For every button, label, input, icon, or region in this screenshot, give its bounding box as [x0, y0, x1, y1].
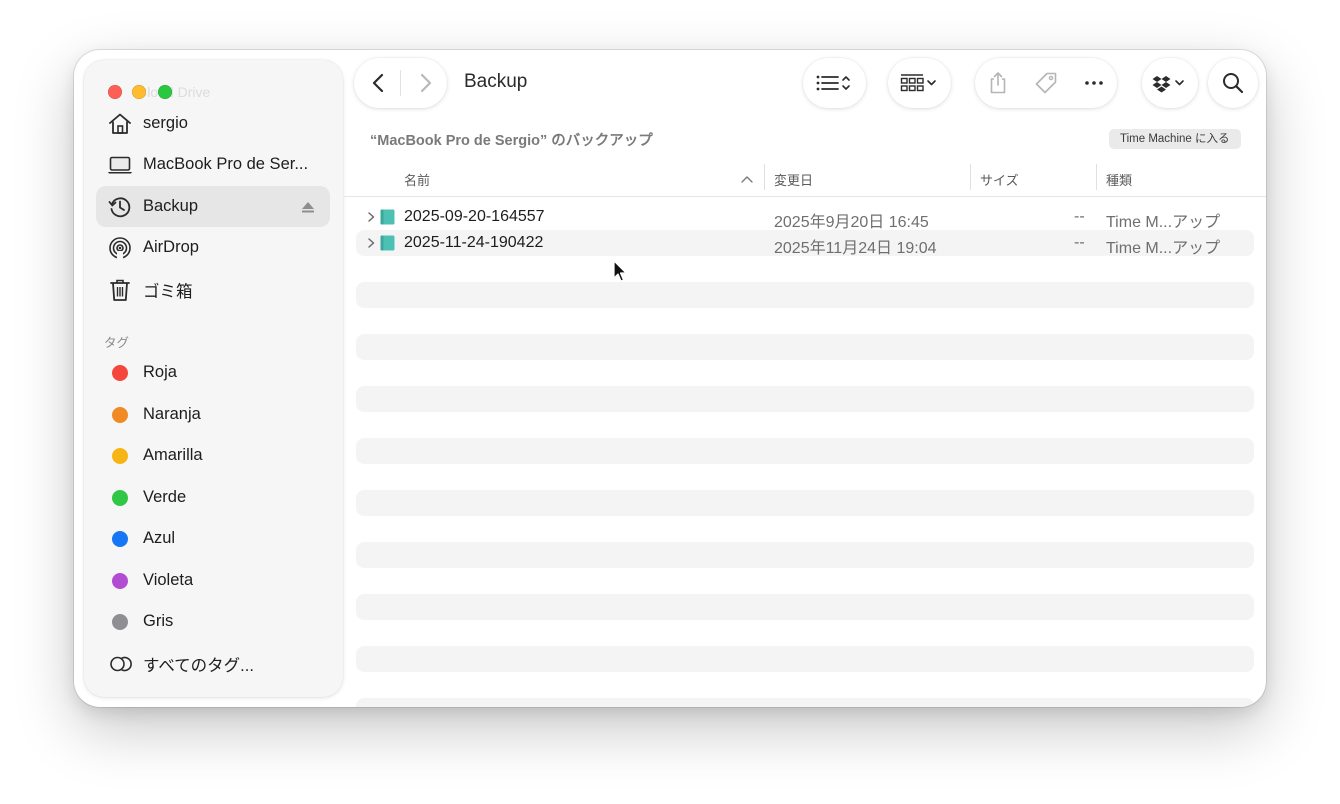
enter-time-machine-button[interactable]: Time Machine に入る: [1109, 129, 1241, 149]
header-divider: [344, 196, 1266, 197]
sidebar-item-label: すべてのタグ...: [143, 656, 254, 675]
tag-color-dot: [112, 614, 128, 630]
backup-folder-icon: [380, 235, 395, 251]
tag-color-dot: [112, 573, 128, 589]
tag-label: Azul: [143, 529, 176, 547]
tags-section-header: タグ: [104, 336, 130, 350]
trash-icon: [110, 279, 130, 301]
tag-label: Verde: [143, 488, 187, 506]
row-date: 2025年11月24日 19:04: [774, 240, 937, 257]
time-machine-icon: [108, 197, 131, 218]
sidebar-tag-roja[interactable]: Roja: [96, 352, 330, 393]
column-header-size[interactable]: サイズ: [980, 170, 1019, 189]
sidebar-item-backup[interactable]: Backup: [96, 186, 330, 227]
disclosure-chevron-icon[interactable]: [364, 210, 378, 224]
tag-label: Gris: [143, 612, 174, 630]
empty-row: [356, 542, 1254, 568]
sidebar-tag-azul[interactable]: Azul: [96, 518, 330, 559]
empty-row: [356, 594, 1254, 620]
zoom-button[interactable]: [158, 85, 172, 99]
empty-row: [356, 438, 1254, 464]
sidebar-tag-gris[interactable]: Gris: [96, 601, 330, 642]
list-view-icon: [816, 75, 850, 91]
mouse-pointer-icon: [613, 260, 627, 282]
sidebar-item-label: ゴミ箱: [143, 282, 193, 301]
search-icon: [1223, 73, 1244, 94]
window-title: Backup: [464, 71, 528, 92]
tag-label: Roja: [143, 363, 177, 381]
sidebar-item-airdrop[interactable]: AirDrop: [96, 227, 330, 268]
tag-color-dot: [112, 531, 128, 547]
dropbox-button[interactable]: [1142, 58, 1198, 108]
action-buttons: [975, 58, 1117, 108]
sidebar-all-tags[interactable]: すべてのタグ...: [96, 643, 330, 684]
empty-row: [356, 646, 1254, 672]
group-icon: [900, 74, 936, 92]
backup-source-title: “MacBook Pro de Sergio” のバックアップ: [370, 133, 653, 149]
row-kind: Time M...アップ: [1106, 214, 1221, 231]
column-separator: [970, 164, 971, 190]
empty-row: [356, 334, 1254, 360]
sidebar-item-macbook[interactable]: MacBook Pro de Ser...: [96, 144, 330, 185]
tag-label: Naranja: [143, 405, 201, 423]
navigation-buttons: [354, 58, 447, 108]
tag-color-dot: [112, 365, 128, 381]
more-icon[interactable]: [1081, 70, 1107, 96]
row-size: --: [1074, 208, 1085, 225]
sort-ascending-icon[interactable]: [740, 173, 754, 185]
close-button[interactable]: [108, 85, 122, 99]
row-date: 2025年9月20日 16:45: [774, 214, 929, 231]
sidebar: iCloud Drive sergio MacBook Pro de Ser..…: [84, 60, 343, 697]
sidebar-tag-amarilla[interactable]: Amarilla: [96, 435, 330, 476]
column-header-name[interactable]: 名前: [404, 170, 430, 189]
column-separator: [1096, 164, 1097, 190]
empty-row: [356, 282, 1254, 308]
finder-window: iCloud Drive sergio MacBook Pro de Ser..…: [74, 50, 1266, 707]
share-icon[interactable]: [985, 70, 1011, 96]
view-mode-button[interactable]: [803, 58, 866, 108]
tag-icon[interactable]: [1033, 70, 1059, 96]
airdrop-icon: [109, 237, 131, 259]
minimize-button[interactable]: [132, 85, 146, 99]
sidebar-item-trash[interactable]: ゴミ箱: [96, 269, 330, 310]
table-row[interactable]: 2025-09-20-164557 2025年9月20日 16:45 -- Ti…: [356, 204, 1254, 231]
column-header-date[interactable]: 変更日: [774, 170, 813, 189]
table-row[interactable]: 2025-11-24-190422 2025年11月24日 19:04 -- T…: [356, 230, 1254, 257]
tag-color-dot: [112, 490, 128, 506]
sidebar-item-label: sergio: [143, 114, 188, 132]
disclosure-chevron-icon[interactable]: [364, 236, 378, 250]
column-separator: [764, 164, 765, 190]
backup-folder-icon: [380, 209, 395, 225]
chevron-right-icon[interactable]: [412, 70, 438, 96]
row-size: --: [1074, 234, 1085, 251]
home-icon: [109, 113, 131, 134]
search-button[interactable]: [1208, 58, 1258, 108]
dropbox-icon: [1152, 76, 1184, 93]
sidebar-tag-violeta[interactable]: Violeta: [96, 560, 330, 601]
sidebar-item-home[interactable]: sergio: [96, 103, 330, 144]
empty-row: [356, 698, 1254, 707]
sidebar-tag-naranja[interactable]: Naranja: [96, 394, 330, 435]
sidebar-tag-verde[interactable]: Verde: [96, 477, 330, 518]
sidebar-item-label: Backup: [143, 197, 199, 215]
tag-color-dot: [112, 448, 128, 464]
sidebar-item-label: AirDrop: [143, 238, 199, 256]
all-tags-icon: [110, 656, 132, 672]
column-header-kind[interactable]: 種類: [1106, 170, 1132, 189]
sidebar-item-label: MacBook Pro de Ser...: [143, 155, 309, 173]
nav-separator: [400, 70, 401, 96]
row-name: 2025-11-24-190422: [404, 234, 544, 251]
empty-row: [356, 490, 1254, 516]
tag-label: Violeta: [143, 571, 194, 589]
row-kind: Time M...アップ: [1106, 240, 1221, 257]
tag-label: Amarilla: [143, 446, 203, 464]
tag-color-dot: [112, 407, 128, 423]
chevron-left-icon[interactable]: [366, 70, 392, 96]
eject-icon[interactable]: [300, 199, 316, 215]
laptop-icon: [108, 156, 132, 174]
group-button[interactable]: [888, 58, 951, 108]
empty-row: [356, 386, 1254, 412]
row-name: 2025-09-20-164557: [404, 208, 545, 225]
